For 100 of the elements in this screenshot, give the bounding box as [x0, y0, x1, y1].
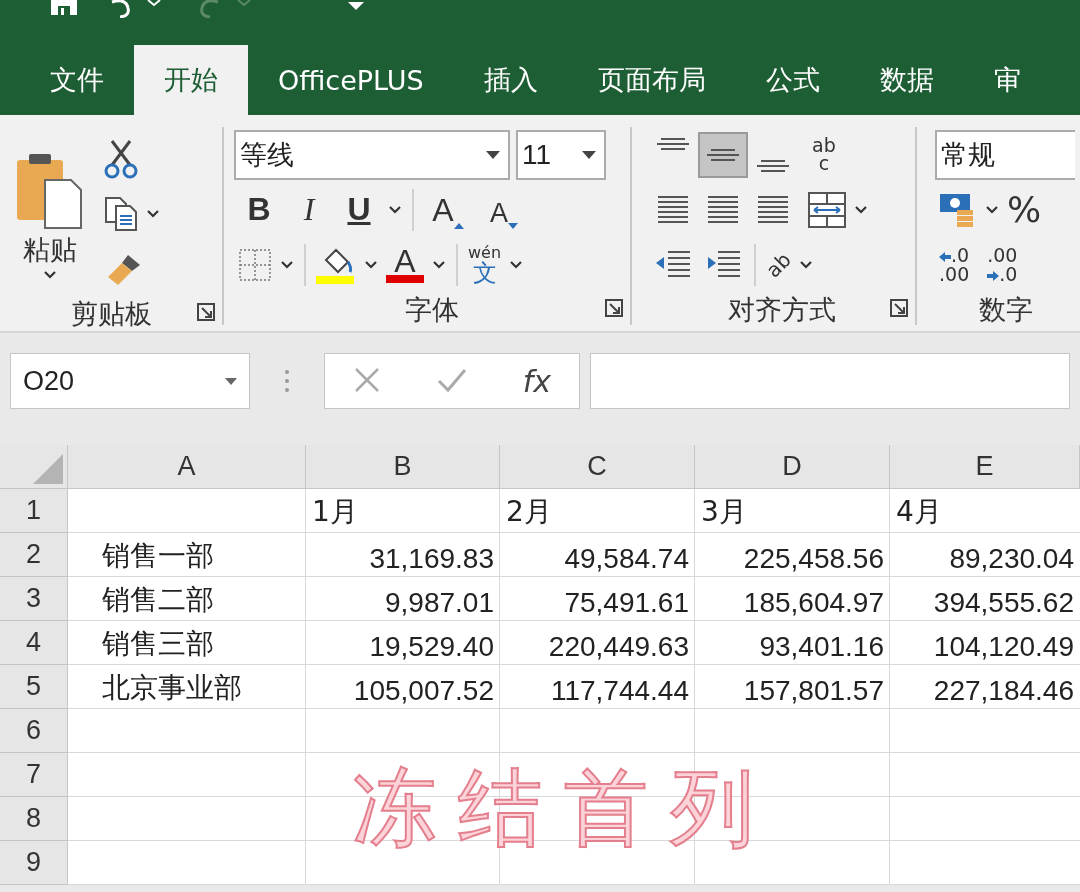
- dialog-launcher-icon: [604, 298, 624, 318]
- scissors-icon: [104, 138, 138, 179]
- caption-text: 冻结首列: [352, 758, 776, 859]
- chevron-down-icon: [43, 269, 57, 280]
- grip-icon: [284, 369, 290, 393]
- dialog-launcher-icon: [196, 302, 216, 322]
- caret-down-icon: [348, 0, 364, 10]
- table-cell-text: 227,184.46: [932, 674, 1075, 708]
- wrap-text-button[interactable]: ab c: [808, 129, 840, 180]
- triangle-down-icon: [508, 222, 518, 229]
- copy-icon: [104, 195, 138, 232]
- table-cell-text: 销售一部: [101, 538, 215, 574]
- merge-cells-icon: [808, 191, 846, 228]
- caret-down-icon: [582, 150, 596, 159]
- row-header[interactable]: 2: [0, 533, 68, 577]
- group-title: 数字: [979, 293, 1033, 327]
- group-title: 字体: [405, 293, 459, 327]
- name-box[interactable]: O20: [10, 353, 250, 409]
- table-cell-text: 3月: [700, 494, 748, 530]
- row-header[interactable]: 5: [0, 665, 68, 709]
- column-header[interactable]: B: [306, 445, 500, 489]
- align-lines-icon: [707, 148, 739, 161]
- table-cell-text: 4月: [895, 494, 943, 530]
- number-format-dropdown[interactable]: 常规: [935, 129, 1075, 180]
- dialog-launcher-icon: [889, 298, 909, 318]
- bold-button[interactable]: B: [234, 184, 284, 235]
- row-header[interactable]: 8: [0, 797, 68, 841]
- table-cell-text: 104,120.49: [932, 630, 1075, 664]
- ribbon-tab[interactable]: 页面布局: [567, 45, 736, 115]
- row-header[interactable]: 6: [0, 709, 68, 753]
- row-header[interactable]: 1: [0, 489, 68, 533]
- phonetic-guide-button[interactable]: wén 文: [464, 239, 506, 290]
- table-cell-text: 19,529.40: [368, 630, 495, 664]
- table-cell-text: 1月: [311, 494, 359, 530]
- table-cell-text: 117,744.44: [549, 674, 690, 708]
- check-icon: [436, 366, 467, 393]
- table-cell-text: 2月: [505, 494, 553, 530]
- ribbon-tab[interactable]: 插入: [453, 45, 568, 115]
- chevron-down-icon: [432, 259, 446, 270]
- font-color-button[interactable]: A: [382, 239, 428, 290]
- increase-font-size-button[interactable]: A: [420, 184, 476, 235]
- insert-function-button[interactable]: fx: [522, 363, 552, 399]
- borders-icon: [238, 247, 272, 282]
- table-cell-text: 394,555.62: [932, 586, 1075, 620]
- table-cell-text: 89,230.04: [948, 542, 1075, 576]
- triangle-up-icon: [453, 222, 464, 229]
- column-header[interactable]: D: [695, 445, 890, 489]
- group-title: 对齐方式: [727, 293, 836, 327]
- decrease-font-size-button[interactable]: A: [476, 184, 532, 235]
- underline-button[interactable]: U: [334, 184, 384, 235]
- group-title: 剪贴板: [70, 297, 152, 331]
- table-cell-text: 销售三部: [101, 626, 215, 662]
- table-cell-text: 49,584.74: [563, 542, 690, 576]
- row-header[interactable]: 9: [0, 841, 68, 885]
- table-cell-text: 北京事业部: [101, 670, 243, 706]
- chevron-down-icon: [146, 208, 160, 219]
- percent-button[interactable]: %: [1003, 184, 1046, 235]
- ribbon-tab[interactable]: OfficePLUS: [248, 45, 454, 115]
- ribbon-tab[interactable]: 文件: [20, 45, 134, 115]
- arrow-right-icon: [987, 270, 1000, 281]
- table-cell-text: 75,491.61: [563, 586, 690, 620]
- chevron-down-icon: [798, 259, 813, 270]
- close-icon: [352, 365, 381, 394]
- formula-field[interactable]: [590, 353, 1070, 409]
- chevron-down-icon: [364, 259, 378, 270]
- orientation-button[interactable]: ab: [762, 239, 795, 290]
- column-header[interactable]: A: [68, 445, 306, 489]
- table-cell-text: 销售二部: [101, 582, 215, 618]
- row-header[interactable]: 4: [0, 621, 68, 665]
- vertical-align-button[interactable]: [698, 131, 748, 178]
- font-name-dropdown[interactable]: 等线: [234, 129, 510, 180]
- row-header[interactable]: 7: [0, 753, 68, 797]
- increase-decimal-button[interactable]: .0 .00: [935, 239, 974, 290]
- align-lines-icon: [657, 137, 689, 150]
- row-header[interactable]: 3: [0, 577, 68, 621]
- table-cell-text: 157,801.57: [742, 674, 885, 708]
- table-cell-text: 105,007.52: [352, 674, 495, 708]
- table-cell-text: 225,458.56: [742, 542, 885, 576]
- table-cell-text: 31,169.83: [368, 542, 495, 576]
- caret-down-icon: [225, 377, 237, 385]
- caret-down-icon: [486, 150, 500, 159]
- column-header[interactable]: E: [890, 445, 1080, 489]
- font-size-dropdown[interactable]: 11: [516, 129, 606, 180]
- chevron-down-icon: [280, 259, 294, 270]
- ribbon-tab[interactable]: 数据: [849, 45, 964, 115]
- table-cell-text: 185,604.97: [742, 586, 885, 620]
- table-cell-text: 9,987.01: [384, 586, 495, 620]
- ribbon-tab[interactable]: 公式: [735, 45, 850, 115]
- italic-button[interactable]: I: [284, 184, 334, 235]
- paste-button[interactable]: 粘贴: [0, 127, 100, 296]
- chevron-down-icon: [388, 204, 402, 215]
- chevron-down-icon: [985, 204, 999, 215]
- chevron-down-icon: [854, 204, 868, 215]
- column-header[interactable]: C: [500, 445, 695, 489]
- table-cell-text: 93,401.16: [758, 630, 885, 664]
- decrease-decimal-button[interactable]: .00 .0: [983, 239, 1022, 290]
- save-button[interactable]: [50, 0, 78, 18]
- arrow-left-icon: [939, 251, 952, 262]
- ribbon-tab[interactable]: 审: [963, 45, 1051, 115]
- ribbon-tab[interactable]: 开始: [134, 45, 248, 115]
